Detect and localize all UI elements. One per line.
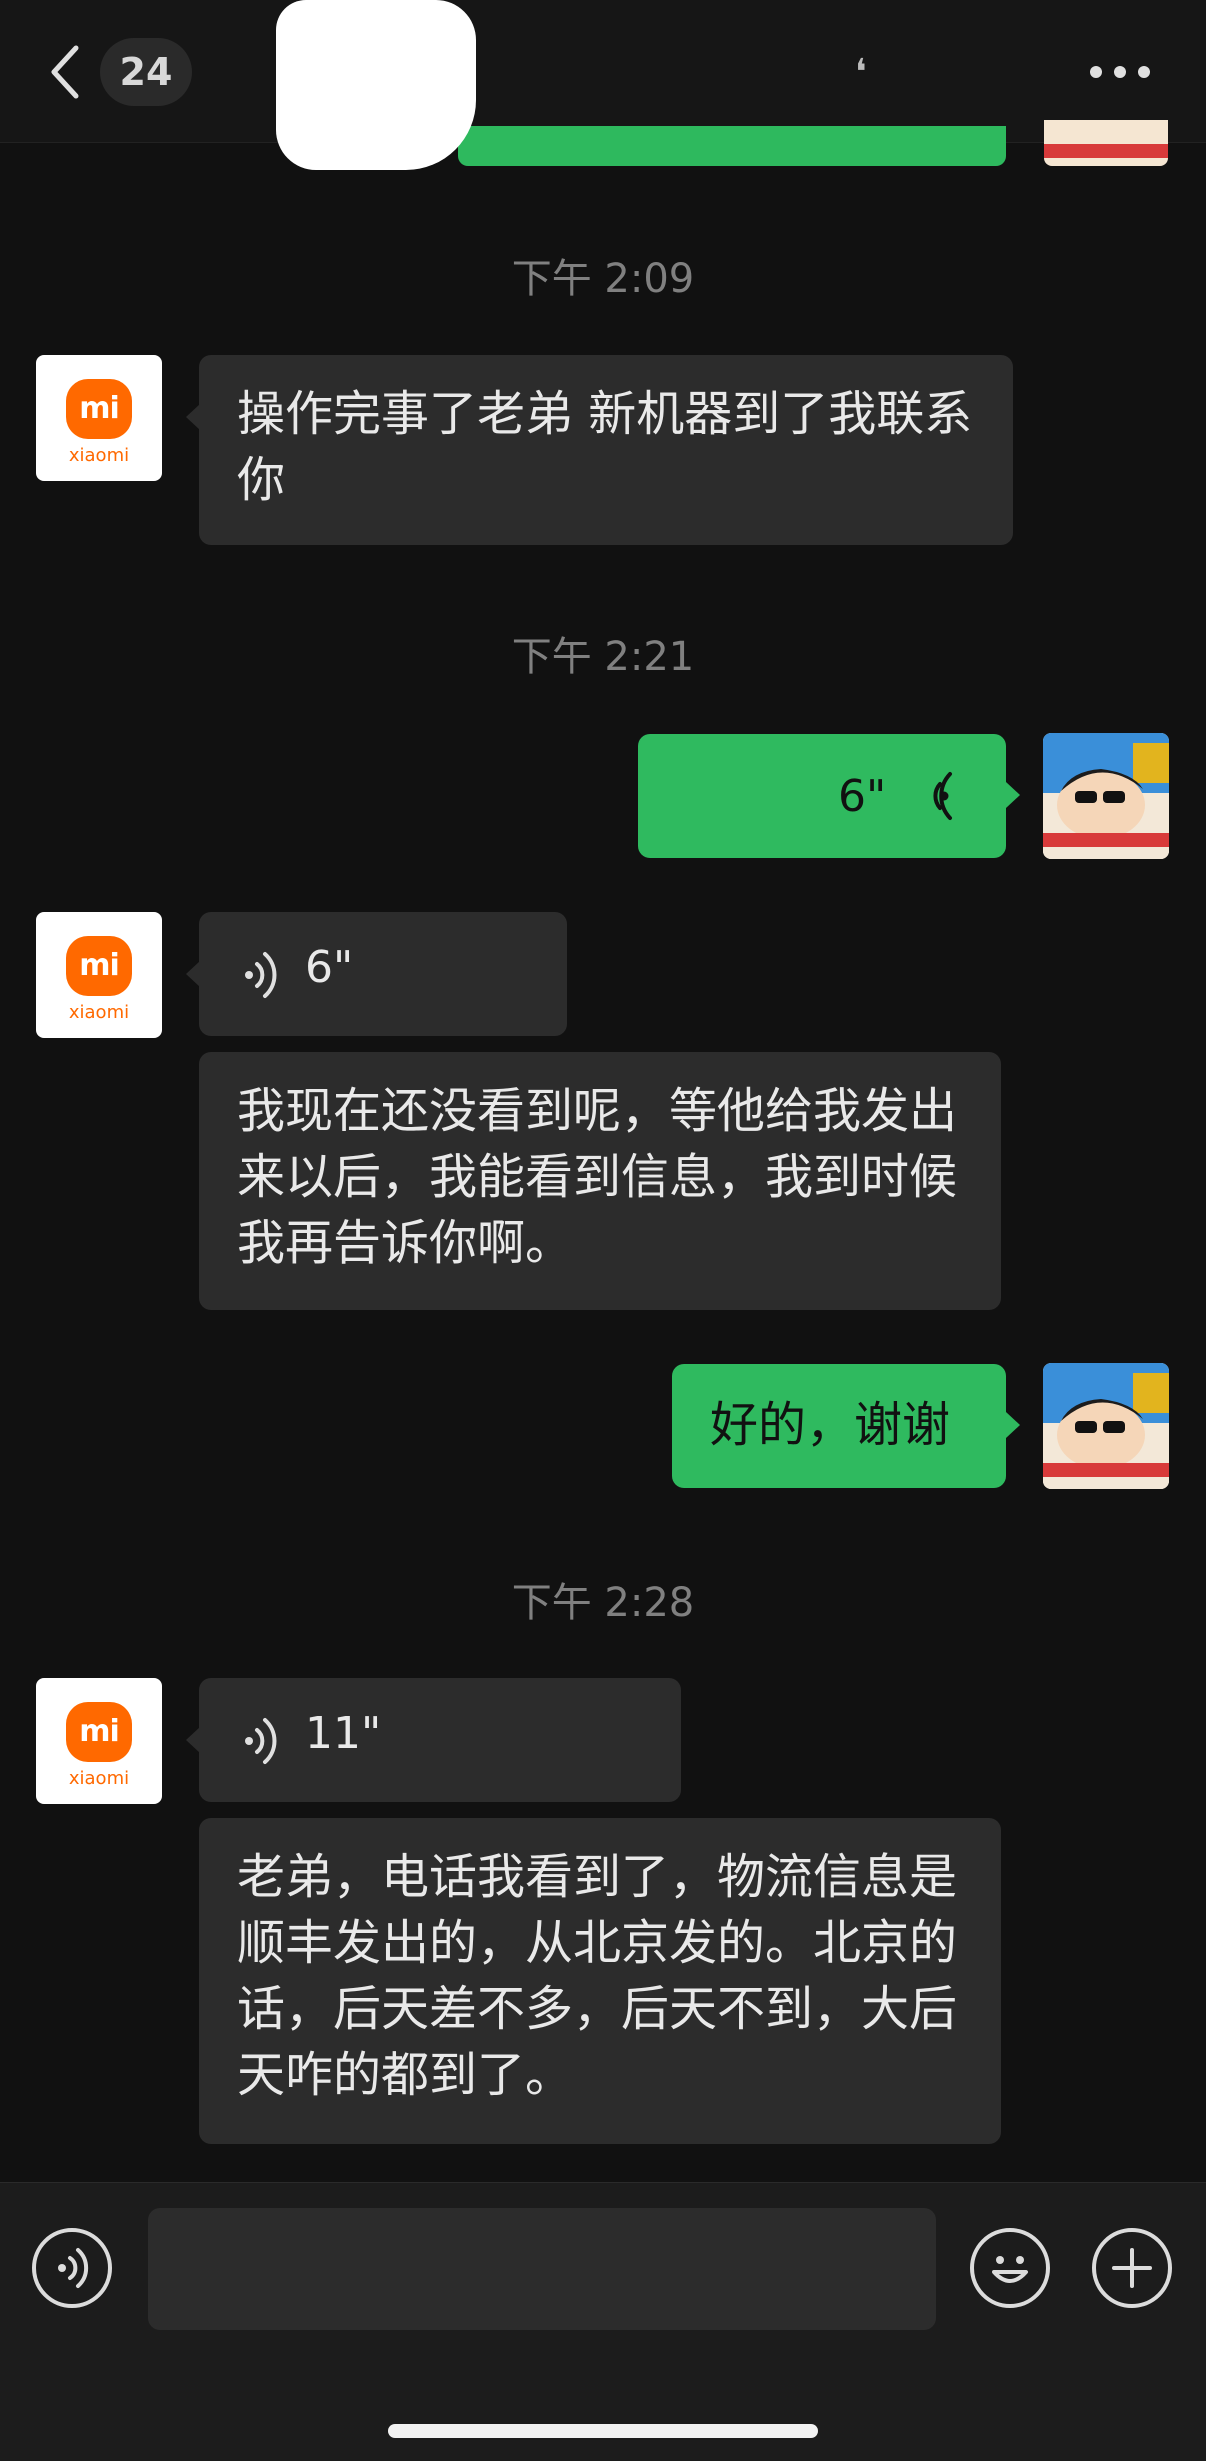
xiaomi-wordmark: xiaomi	[68, 1768, 130, 1789]
xiaomi-wordmark: xiaomi	[68, 445, 130, 466]
chat-title-fragment: ❛	[855, 52, 867, 93]
contact-avatar[interactable]: mi xiaomi	[36, 355, 162, 481]
timestamp: 下午 2:09	[511, 256, 695, 302]
home-indicator[interactable]	[388, 2424, 818, 2438]
contact-avatar[interactable]: mi xiaomi	[36, 1678, 162, 1804]
voice-message-outgoing[interactable]: 6"	[638, 734, 1006, 858]
message-input[interactable]	[148, 2208, 936, 2330]
plus-icon[interactable]	[1092, 2228, 1172, 2308]
voice-wave-icon	[245, 952, 277, 998]
unread-count-badge[interactable]: 24	[100, 38, 192, 106]
voice-message-incoming[interactable]: 6"	[199, 912, 567, 1036]
voice-transcript-bubble[interactable]: 我现在还没看到呢，等他给我发出来以后，我能看到信息，我到时候我再告诉你啊。	[199, 1052, 1001, 1310]
voice-message-incoming[interactable]: 11"	[199, 1678, 681, 1802]
voice-wave-icon	[933, 772, 952, 820]
voice-duration: 11"	[305, 1708, 382, 1759]
voice-duration: 6"	[305, 942, 354, 993]
voice-toggle-icon[interactable]	[32, 2228, 112, 2308]
bubble-tail	[186, 404, 200, 430]
voice-wave-icon	[245, 1718, 277, 1764]
message-bubble-text[interactable]: 操作完事了老弟 新机器到了我联系你	[199, 355, 1013, 545]
back-chevron-icon[interactable]	[44, 42, 94, 102]
xiaomi-wordmark: xiaomi	[68, 1002, 130, 1023]
voice-duration: 6"	[838, 771, 887, 822]
my-avatar[interactable]	[1043, 733, 1169, 859]
timestamp: 下午 2:21	[511, 634, 695, 680]
my-avatar[interactable]	[1043, 1363, 1169, 1489]
emoji-icon[interactable]	[970, 2228, 1050, 2308]
mi-logo: mi	[66, 1702, 132, 1762]
bubble-tail	[1006, 782, 1020, 808]
timestamp: 下午 2:28	[511, 1580, 695, 1626]
redacted-title-mask	[276, 0, 476, 170]
message-bubble-text-outgoing[interactable]: 好的，谢谢	[672, 1364, 1006, 1488]
chat-header: 24 ❛	[0, 0, 1206, 170]
my-avatar[interactable]	[1044, 120, 1168, 166]
bubble-tail	[186, 961, 200, 987]
contact-avatar[interactable]: mi xiaomi	[36, 912, 162, 1038]
bubble-tail	[186, 1727, 200, 1753]
more-dots-icon[interactable]	[1088, 54, 1152, 90]
previous-message-bubble[interactable]	[458, 126, 1006, 166]
mi-logo: mi	[66, 379, 132, 439]
voice-transcript-bubble[interactable]: 老弟，电话我看到了，物流信息是顺丰发出的，从北京发的。北京的话，后天差不多，后天…	[199, 1818, 1001, 2144]
bubble-tail	[1006, 1412, 1020, 1438]
mi-logo: mi	[66, 936, 132, 996]
